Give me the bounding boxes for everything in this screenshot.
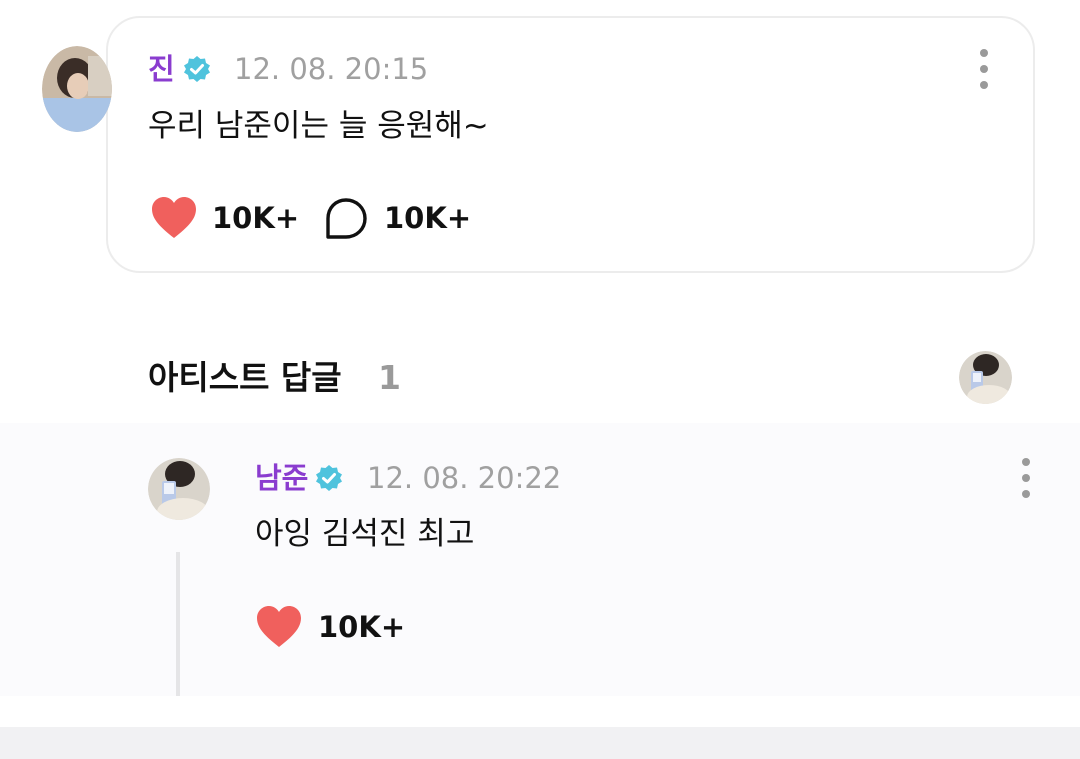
verified-badge-icon <box>184 56 210 82</box>
reply-content: 아잉 김석진 최고 <box>255 516 475 552</box>
reply-timestamp: 12. 08. 20:22 <box>367 461 562 495</box>
post-comment-count: 10K+ <box>384 201 472 235</box>
heart-icon[interactable] <box>150 196 198 240</box>
artist-replies-count: 1 <box>378 358 401 397</box>
reply-author-name[interactable]: 남준 <box>255 461 308 495</box>
reply-thread-line <box>176 552 180 696</box>
bottom-divider <box>0 727 1080 759</box>
comment-bubble-icon[interactable] <box>324 197 368 241</box>
reply-like-count: 10K+ <box>318 610 406 644</box>
post-author-avatar[interactable] <box>42 46 112 132</box>
post-timestamp: 12. 08. 20:15 <box>234 52 429 86</box>
artist-replies-title: 아티스트 답글 <box>148 358 342 397</box>
reply-author-avatar[interactable] <box>148 458 210 520</box>
post-like-count: 10K+ <box>212 201 300 235</box>
reply-more-options-icon[interactable] <box>1020 458 1032 498</box>
heart-icon[interactable] <box>255 605 303 649</box>
post-content: 우리 남준이는 늘 응원해~ <box>148 108 489 144</box>
verified-badge-icon <box>316 465 342 491</box>
artist-replies-avatar[interactable] <box>959 351 1012 404</box>
post-more-options-icon[interactable] <box>978 49 990 89</box>
post-author-name[interactable]: 진 <box>148 52 175 86</box>
